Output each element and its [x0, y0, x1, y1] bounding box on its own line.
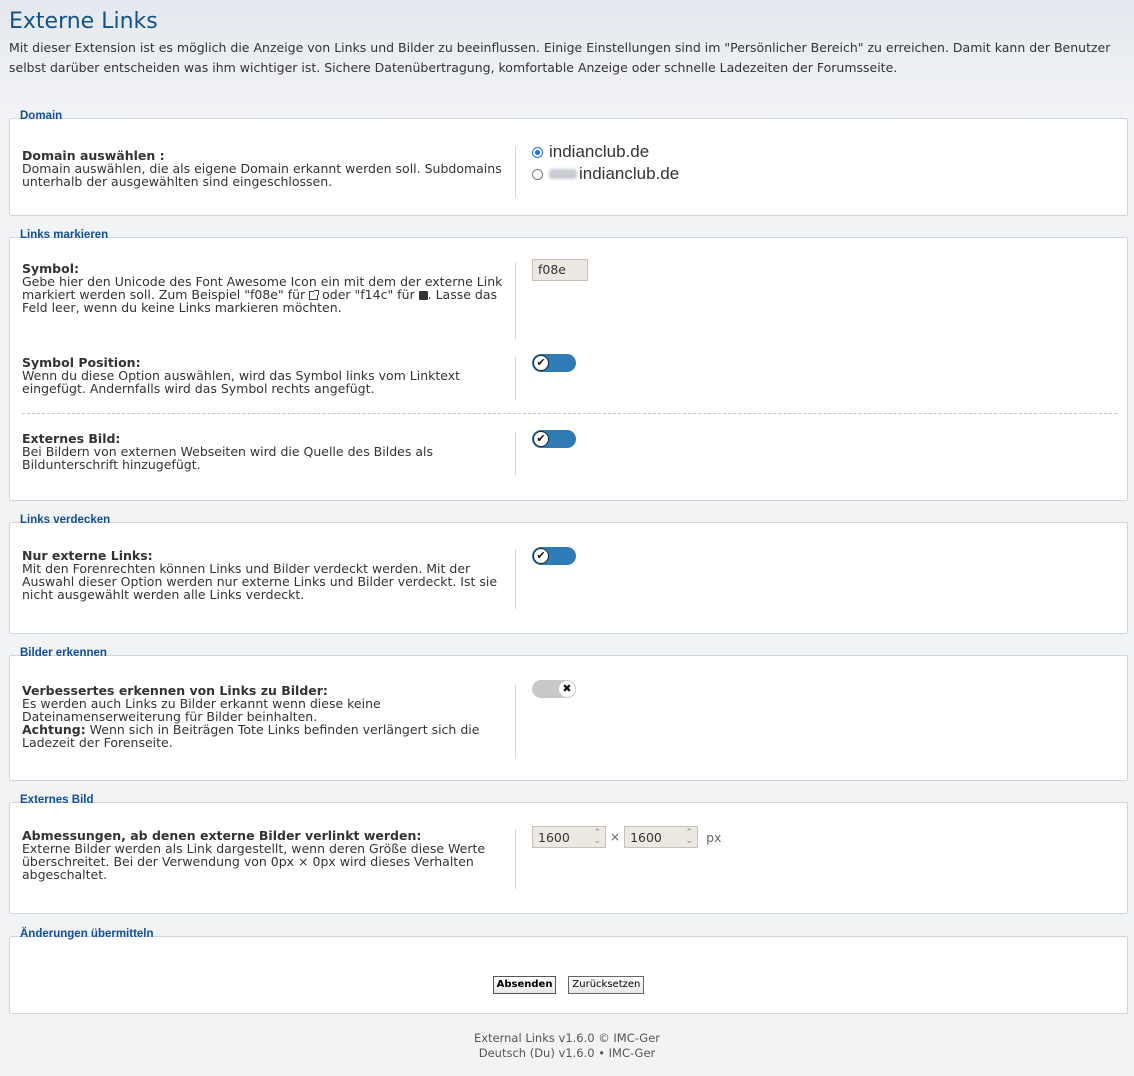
position-label-col: Symbol Position: Wenn du diese Option au… — [22, 356, 516, 400]
legend-bilder-erkennen: Bilder erkennen — [20, 647, 107, 659]
acp-page: Externe Links Mit dieser Extension ist e… — [0, 0, 1134, 77]
dims-field: 1600 ⌃ ⌄ × 1600 ⌃ ⌄ px — [532, 826, 721, 848]
domain-option-1[interactable]: indianclub.de — [532, 141, 679, 163]
divider — [22, 413, 1117, 414]
radio-icon[interactable] — [532, 168, 543, 180]
reset-button[interactable]: Zurücksetzen — [568, 976, 645, 994]
domain-option-2[interactable]: indianclub.de — [532, 163, 679, 185]
dims-inputs: 1600 ⌃ ⌄ × 1600 ⌃ ⌄ px — [532, 826, 721, 848]
legend-links-markieren: Links markieren — [20, 229, 109, 241]
hide-field: ✔ — [532, 547, 576, 565]
detect-label-col: Verbessertes erkennen von Links zu Bilde… — [22, 684, 516, 758]
fieldset-bilder-erkennen: Bilder erkennen Verbessertes erkennen vo… — [9, 647, 1128, 781]
hide-toggle[interactable]: ✔ — [532, 547, 576, 565]
legend-domain: Domain — [20, 110, 63, 122]
blurred-subdomain — [549, 169, 577, 179]
external-link-icon — [309, 290, 320, 300]
footer: External Links v1.6.0 © IMC-Ger Deutsch … — [0, 1031, 1134, 1061]
dims-explain: Externe Bilder werden als Link dargestel… — [22, 841, 486, 882]
detect-explain: Es werden auch Links zu Bilder erkannt w… — [22, 696, 381, 724]
detect-field: ✖ — [532, 680, 576, 698]
symbol-input[interactable]: f08e — [532, 259, 588, 281]
page-title: Externe Links — [9, 9, 158, 34]
hide-label-col: Nur externe Links: Mit den Forenrechten … — [22, 549, 516, 609]
hide-explain: Mit den Forenrechten können Links und Bi… — [22, 561, 498, 602]
height-value: 1600 — [630, 829, 662, 845]
dims-label-col: Abmessungen, ab denen externe Bilder ver… — [22, 829, 516, 889]
width-value: 1600 — [538, 829, 570, 845]
position-toggle[interactable]: ✔ — [532, 354, 576, 372]
height-input[interactable]: 1600 ⌃ ⌄ — [624, 826, 699, 848]
page-intro: Mit dieser Extension ist es möglich die … — [9, 40, 1111, 75]
radio-checked-icon[interactable] — [532, 146, 543, 158]
external-link-square-icon — [418, 291, 428, 300]
domain-label-col: Domain auswählen : Domain auswählen, die… — [22, 147, 516, 197]
fieldset-links-markieren: Links markieren Symbol: Gebe hier den Un… — [9, 229, 1128, 501]
symbol-label-col: Symbol: Gebe hier den Unicode des Font A… — [22, 262, 516, 340]
detect-toggle[interactable]: ✖ — [532, 680, 576, 698]
spinner-icon[interactable]: ⌃ ⌄ — [593, 829, 601, 846]
footer-line-2: Deutsch (Du) v1.6.0 • IMC-Ger — [478, 1046, 656, 1060]
ext-image-field: ✔ — [532, 430, 576, 448]
spinner-icon[interactable]: ⌃ ⌄ — [686, 829, 694, 846]
times-sign: × — [610, 830, 621, 844]
check-icon: ✔ — [533, 355, 549, 371]
symbol-field: f08e — [532, 259, 588, 281]
check-icon: ✔ — [533, 548, 549, 564]
submit-button[interactable]: Absenden — [492, 976, 557, 994]
x-icon: ✖ — [559, 681, 575, 697]
unit-label: px — [706, 829, 722, 845]
fieldset-externes-bild: Externes Bild Abmessungen, ab denen exte… — [9, 794, 1128, 914]
fieldset-domain: Domain Domain auswählen : Domain auswähl… — [9, 110, 1128, 216]
footer-line-1: External Links v1.6.0 © IMC-Ger — [473, 1031, 661, 1045]
domain-explain: Domain auswählen, die als eigene Domain … — [22, 161, 502, 189]
ext-image-label-col: Externes Bild: Bei Bildern von externen … — [22, 432, 516, 476]
domain-option-label: indianclub.de — [549, 142, 650, 161]
fieldset-links-verdecken: Links verdecken Nur externe Links: Mit d… — [9, 514, 1128, 634]
check-icon: ✔ — [533, 431, 549, 447]
position-field: ✔ — [532, 354, 576, 372]
warn-text: Wenn sich in Beiträgen Tote Links befind… — [22, 722, 480, 750]
domain-option-label: indianclub.de — [579, 164, 680, 183]
legend-externes-bild: Externes Bild — [20, 794, 94, 806]
legend-submit: Änderungen übermitteln — [20, 928, 154, 940]
ext-image-toggle[interactable]: ✔ — [532, 430, 576, 448]
legend-links-verdecken: Links verdecken — [20, 514, 111, 526]
domain-options: indianclub.de indianclub.de — [532, 141, 679, 185]
fieldset-submit: Änderungen übermitteln Absenden Zurückse… — [9, 928, 1128, 1014]
position-explain: Wenn du diese Option auswählen, wird das… — [22, 368, 461, 396]
submit-buttons: Absenden Zurücksetzen — [10, 975, 1127, 994]
width-input[interactable]: 1600 ⌃ ⌄ — [532, 826, 606, 848]
ext-image-explain: Bei Bildern von externen Webseiten wird … — [22, 444, 433, 472]
